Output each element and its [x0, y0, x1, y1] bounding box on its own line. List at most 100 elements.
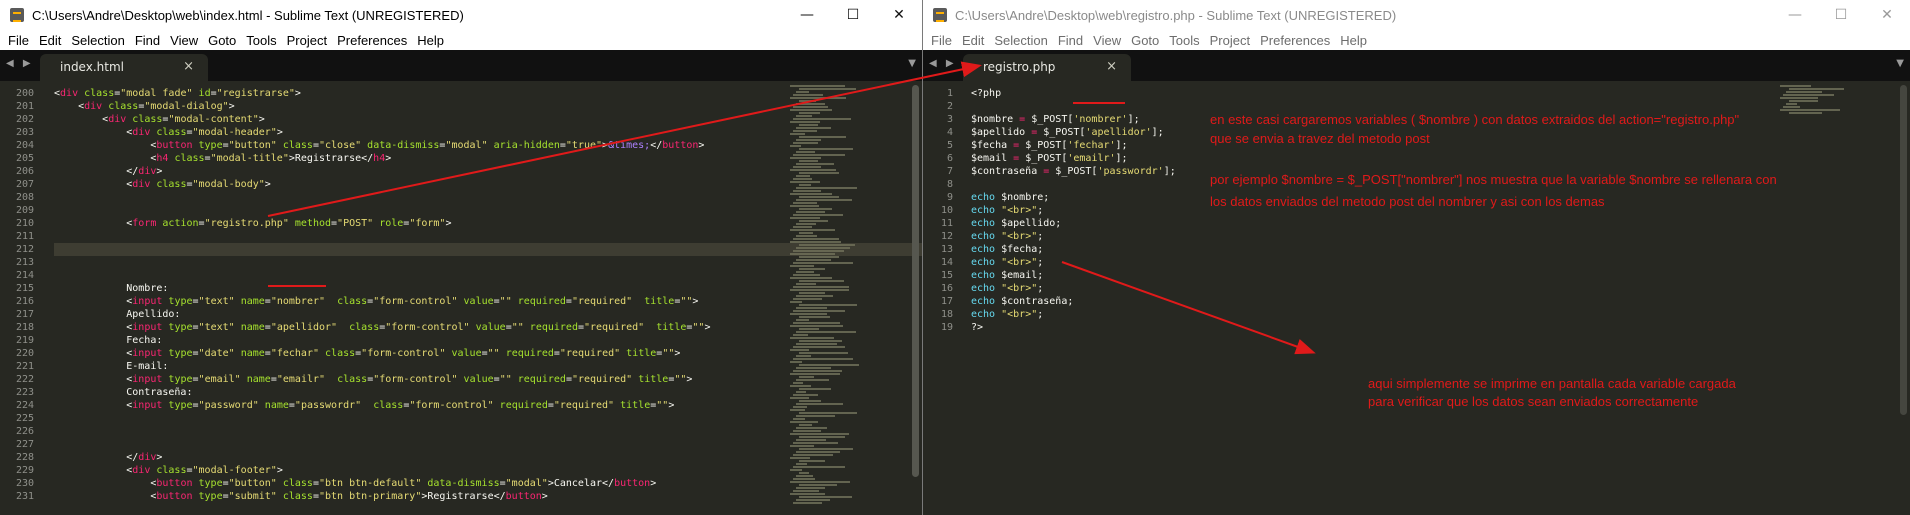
menu-project[interactable]: Project	[283, 33, 333, 48]
minimap-line	[796, 163, 834, 165]
menu-goto[interactable]: Goto	[1127, 33, 1165, 48]
minimap-line	[790, 301, 802, 303]
menu-tools[interactable]: Tools	[1165, 33, 1205, 48]
menu-preferences[interactable]: Preferences	[333, 33, 413, 48]
maximize-button[interactable]: ☐	[830, 0, 876, 30]
minimap-line	[790, 241, 842, 243]
minimap-line	[793, 502, 822, 504]
line-number-gutter: 200 201 202 203 204 205 206 207 208 209 210 211 212 2…	[0, 87, 34, 503]
right-menu-bar: File Edit Selection Find View Goto Tools…	[923, 30, 1910, 50]
close-window-button[interactable]: ✕	[876, 0, 922, 30]
minimap-line	[793, 442, 838, 444]
menu-file[interactable]: File	[4, 33, 35, 48]
minimap-line	[793, 118, 851, 120]
minimap-line	[799, 484, 837, 486]
menu-selection[interactable]: Selection	[67, 33, 130, 48]
minimap-line	[796, 355, 812, 357]
minimap-line	[799, 256, 839, 258]
minimap-line	[793, 346, 845, 348]
line-number: 6	[946, 153, 953, 164]
minimap-line	[1789, 112, 1822, 114]
menu-find[interactable]: Find	[1054, 33, 1089, 48]
menu-edit[interactable]: Edit	[958, 33, 990, 48]
minimap-line	[793, 334, 808, 336]
left-title-bar[interactable]: C:\Users\Andre\Desktop\web\index.html - …	[0, 0, 922, 30]
line-number: 231	[15, 491, 34, 502]
annotation-line: por ejemplo $nombre = $_POST["nombrer"] …	[1210, 172, 1777, 187]
minimap-line	[796, 307, 827, 309]
minimap-line	[790, 361, 802, 363]
right-editor-window: C:\Users\Andre\Desktop\web\registro.php …	[923, 0, 1910, 515]
line-number: 221	[15, 361, 34, 372]
code-line[interactable]: echo $apellido;	[971, 217, 1910, 230]
tab-close-icon[interactable]: ×	[183, 59, 194, 74]
menu-preferences[interactable]: Preferences	[1256, 33, 1336, 48]
minimap-line	[796, 367, 831, 369]
minimap-line	[799, 412, 858, 414]
tab-index-html[interactable]: index.html ×	[40, 54, 208, 81]
minimap-line	[790, 493, 825, 495]
right-title-bar[interactable]: C:\Users\Andre\Desktop\web\registro.php …	[923, 0, 1910, 30]
menu-help[interactable]: Help	[413, 33, 450, 48]
left-tab-bar: ◀ ▶ index.html × ▼	[0, 50, 922, 81]
vertical-scrollbar[interactable]	[912, 85, 919, 477]
menu-selection[interactable]: Selection	[990, 33, 1053, 48]
tab-close-icon[interactable]: ×	[1106, 59, 1117, 74]
minimap-line	[799, 280, 844, 282]
tab-nav-arrows-icon[interactable]: ◀ ▶	[6, 58, 34, 69]
minimap-line	[790, 481, 850, 483]
menu-view[interactable]: View	[1089, 33, 1127, 48]
tab-registro-php[interactable]: registro.php ×	[963, 54, 1131, 81]
left-code-editor[interactable]: 200 201 202 203 204 205 206 207 208 209 210 211 212 2…	[0, 81, 922, 515]
code-line[interactable]: echo "<br>";	[971, 230, 1910, 243]
minimap-line	[796, 103, 825, 105]
tab-dropdown-icon[interactable]: ▼	[1896, 58, 1904, 69]
vertical-scrollbar[interactable]	[1900, 85, 1907, 415]
menu-help[interactable]: Help	[1336, 33, 1373, 48]
minimap-line	[790, 313, 828, 315]
minimap-line	[793, 94, 824, 96]
maximize-button[interactable]: ☐	[1818, 0, 1864, 30]
code-line[interactable]: echo $contraseña;	[971, 295, 1910, 308]
menu-tools[interactable]: Tools	[242, 33, 282, 48]
minimap-line	[799, 388, 831, 390]
minimap[interactable]	[790, 85, 859, 515]
minimap-line	[796, 151, 816, 153]
code-line[interactable]: <?php	[971, 87, 1910, 100]
minimap-line	[799, 148, 854, 150]
close-window-button[interactable]: ✕	[1864, 0, 1910, 30]
minimap-line	[796, 211, 826, 213]
menu-view[interactable]: View	[166, 33, 204, 48]
minimize-button[interactable]: —	[1772, 0, 1818, 30]
code-line[interactable]: $email = $_POST['emailr'];	[971, 152, 1910, 165]
minimap-line	[790, 121, 821, 123]
line-number: 222	[15, 374, 34, 385]
menu-file[interactable]: File	[927, 33, 958, 48]
annotation-line: los datos enviados del metodo post del n…	[1210, 194, 1605, 209]
tab-dropdown-icon[interactable]: ▼	[908, 58, 916, 69]
line-number: 225	[15, 413, 34, 424]
minimap-line	[793, 226, 813, 228]
menu-goto[interactable]: Goto	[204, 33, 242, 48]
line-number: 215	[15, 283, 34, 294]
menu-project[interactable]: Project	[1206, 33, 1256, 48]
minimap-line	[793, 430, 822, 432]
annotation-note-echo: aqui simplemente se imprime en pantalla …	[1368, 376, 1736, 410]
code-line[interactable]: echo "<br>";	[971, 282, 1910, 295]
tab-nav-arrows-icon[interactable]: ◀ ▶	[929, 58, 957, 69]
code-line[interactable]: echo "<br>";	[971, 256, 1910, 269]
minimap[interactable]	[1780, 85, 1845, 115]
menu-find[interactable]: Find	[131, 33, 166, 48]
minimap-line	[1783, 106, 1801, 108]
minimize-button[interactable]: —	[784, 0, 830, 30]
menu-edit[interactable]: Edit	[35, 33, 67, 48]
line-number: 218	[15, 322, 34, 333]
minimap-line	[790, 289, 849, 291]
minimap-line	[1780, 85, 1811, 87]
code-line[interactable]: echo $email;	[971, 269, 1910, 282]
minimap-line	[793, 466, 845, 468]
code-line[interactable]: echo "<br>";	[971, 308, 1910, 321]
minimap-line	[799, 100, 816, 102]
code-line[interactable]: echo $fecha;	[971, 243, 1910, 256]
code-line[interactable]: ?>	[971, 321, 1910, 334]
